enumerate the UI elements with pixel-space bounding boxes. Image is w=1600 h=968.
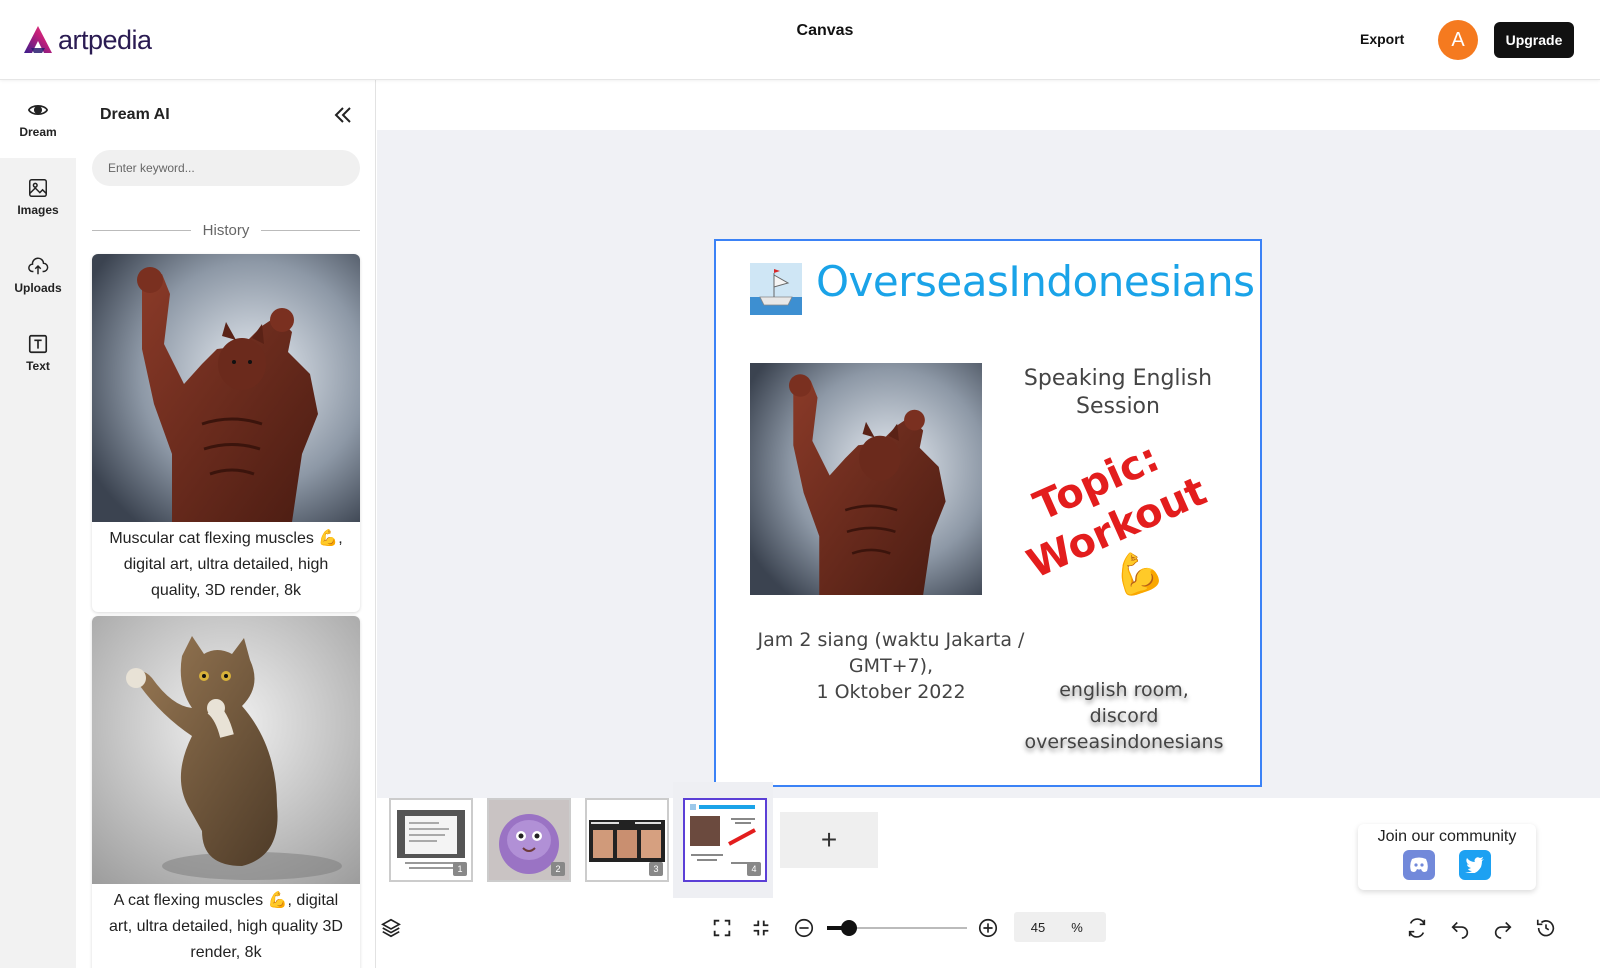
artpedia-logo[interactable]: artpedia	[22, 24, 152, 56]
time-line: Jam 2 siang (waktu Jakarta /	[757, 629, 1025, 651]
upgrade-button[interactable]: Upgrade	[1494, 22, 1574, 58]
discord-icon[interactable]	[1403, 850, 1435, 880]
page-title: Canvas	[796, 22, 854, 39]
history-button[interactable]	[1532, 914, 1560, 942]
history-icon	[1536, 919, 1555, 937]
minus-circle-icon	[794, 918, 814, 938]
add-page-button[interactable]: +	[780, 812, 878, 868]
rail-item-text[interactable]: Text	[0, 314, 76, 392]
bottom-toolbar: 45 %	[377, 902, 1600, 968]
community-title: Join our community	[1377, 828, 1517, 845]
artpedia-logo-icon	[24, 26, 52, 53]
top-bar: artpedia Canvas Export A Upgrade	[0, 0, 1600, 80]
thumb-number: 3	[649, 862, 663, 876]
history-card[interactable]: A cat flexing muscles 💪, digital art, ul…	[92, 616, 360, 968]
refresh-button[interactable]	[1403, 914, 1431, 942]
time-line: GMT+7),	[848, 655, 934, 677]
rail-item-uploads[interactable]: Uploads	[0, 236, 76, 314]
refresh-icon	[1408, 918, 1426, 938]
rail-item-dream[interactable]: Dream	[0, 80, 76, 158]
fullscreen-button[interactable]	[708, 914, 736, 942]
history-divider: History	[92, 222, 361, 239]
left-rail: Dream Images Uploads Text	[0, 80, 76, 968]
canvas-workspace: OverseasIndonesians Speaking English Ses…	[377, 80, 1600, 968]
canvas-backdrop: OverseasIndonesians Speaking English Ses…	[377, 130, 1600, 798]
undo-button[interactable]	[1446, 914, 1474, 942]
rail-item-label: Images	[17, 203, 59, 217]
thumb-number: 2	[551, 862, 565, 876]
twitter-glyph	[1465, 857, 1484, 873]
thumb-number: 1	[453, 862, 467, 876]
twitter-icon[interactable]	[1459, 850, 1491, 880]
image-icon	[29, 179, 47, 197]
cat-flexing-image	[92, 616, 360, 884]
zoom-slider-handle[interactable]	[841, 920, 857, 936]
design-page[interactable]: OverseasIndonesians Speaking English Ses…	[714, 239, 1262, 787]
discord-glyph	[1410, 857, 1428, 872]
undo-icon	[1451, 921, 1469, 939]
zoom-value: 45	[1030, 919, 1046, 935]
eye-icon	[27, 105, 49, 115]
cloud-upload-icon	[28, 257, 49, 275]
rail-item-label: Text	[26, 359, 50, 373]
redo-button[interactable]	[1489, 914, 1517, 942]
fit-screen-button[interactable]	[747, 914, 775, 942]
panel-title: Dream AI	[100, 106, 170, 123]
brand-name: artpedia	[58, 24, 152, 55]
zoom-in-button[interactable]	[974, 914, 1002, 942]
page-thumb-1[interactable]: 1	[389, 798, 473, 882]
room-line: discord	[1089, 705, 1159, 727]
collapse-icon[interactable]	[332, 104, 354, 126]
dream-ai-panel: Dream AI History	[76, 80, 376, 968]
history-caption: Muscular cat flexing muscles 💪, digital …	[109, 530, 343, 599]
divider-line	[92, 230, 191, 231]
export-button[interactable]: Export	[1360, 31, 1404, 47]
session-text[interactable]: Speaking English Session	[1018, 365, 1218, 421]
expand-icon	[713, 919, 731, 937]
thumb-number: 4	[747, 862, 761, 876]
layers-icon	[381, 918, 401, 938]
divider-line	[261, 230, 361, 231]
topic-text[interactable]: Topic: Workout 💪	[981, 413, 1252, 644]
keyword-search-input[interactable]	[92, 150, 360, 186]
avatar[interactable]: A	[1438, 20, 1478, 60]
rail-item-label: Uploads	[14, 281, 62, 295]
room-line: overseasindonesians	[1024, 731, 1224, 753]
ship-logo-image[interactable]	[750, 263, 802, 315]
time-line: 1 Oktober 2022	[816, 681, 966, 703]
time-text[interactable]: Jam 2 siang (waktu Jakarta / GMT+7), 1 O…	[736, 627, 1046, 705]
history-card[interactable]: Muscular cat flexing muscles 💪, digital …	[92, 254, 360, 612]
plus-circle-icon	[978, 918, 998, 938]
page-thumb-4[interactable]: 4	[683, 798, 767, 882]
room-line: english room,	[1059, 679, 1189, 701]
muscular-cat-canvas-image[interactable]	[750, 363, 982, 595]
page-thumb-2[interactable]: 2	[487, 798, 571, 882]
rail-item-label: Dream	[19, 125, 57, 139]
community-widget: Join our community	[1358, 824, 1536, 890]
rail-item-images[interactable]: Images	[0, 158, 76, 236]
canvas-title-text[interactable]: OverseasIndonesians	[816, 257, 1255, 306]
zoom-input[interactable]: 45 %	[1014, 912, 1106, 942]
history-caption: A cat flexing muscles 💪, digital art, ul…	[109, 892, 343, 961]
redo-icon	[1494, 921, 1512, 939]
muscular-cat-image	[92, 254, 360, 522]
room-text[interactable]: english room, discord overseasindonesian…	[1016, 677, 1232, 755]
page-thumb-3[interactable]: 3	[585, 798, 669, 882]
compress-icon	[753, 920, 769, 936]
history-label: History	[202, 222, 250, 239]
layers-button[interactable]	[377, 914, 405, 942]
text-icon	[28, 334, 48, 354]
zoom-out-button[interactable]	[790, 914, 818, 942]
zoom-unit: %	[1071, 919, 1083, 935]
